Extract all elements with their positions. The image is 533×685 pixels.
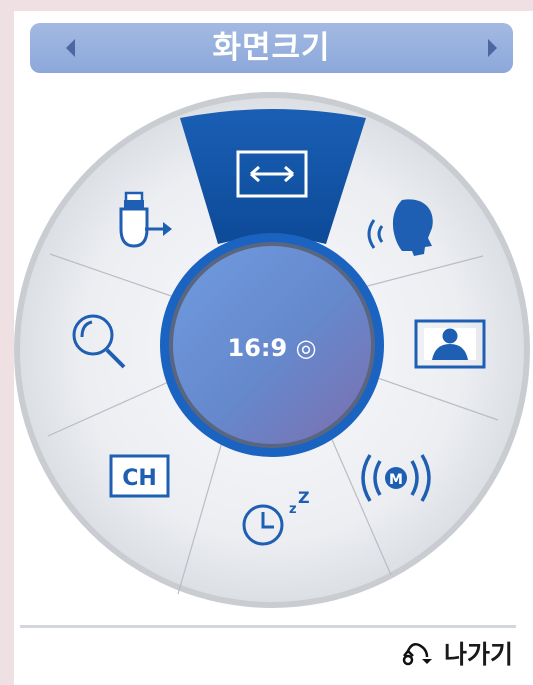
svg-text:Z: Z: [298, 488, 310, 507]
return-arrow-icon: [402, 643, 432, 666]
svg-text:CH: CH: [122, 466, 157, 491]
channel-icon[interactable]: CH: [109, 454, 170, 498]
svg-text:M: M: [389, 472, 403, 488]
svg-text:z: z: [289, 502, 297, 517]
exit-button[interactable]: 나가기: [402, 635, 513, 671]
footer-divider: [20, 625, 516, 628]
exit-label: 나가기: [443, 640, 513, 669]
current-value: 16:9 ◎: [227, 334, 317, 362]
